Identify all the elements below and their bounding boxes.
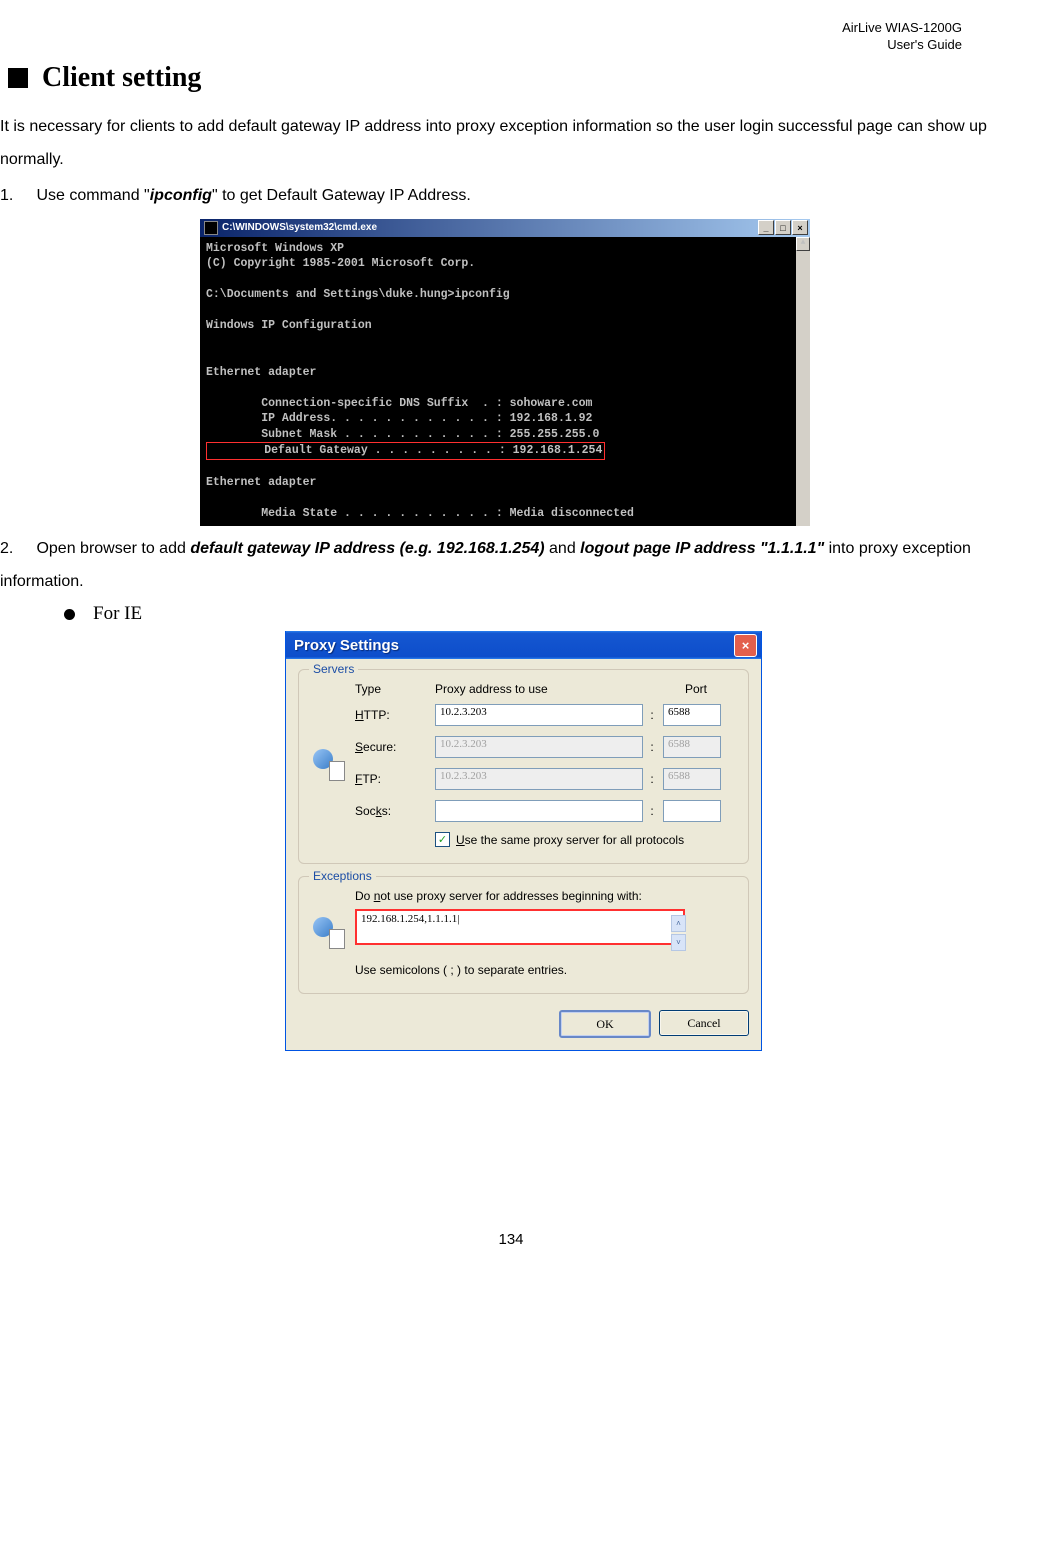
hdr-addr: Proxy address to use bbox=[435, 682, 635, 696]
socks-address-input[interactable] bbox=[435, 800, 643, 822]
scroll-up-icon[interactable]: ▲ bbox=[796, 237, 810, 251]
cmd-l1: Microsoft Windows XP bbox=[206, 242, 344, 255]
scroll-up-icon[interactable]: ˄ bbox=[671, 915, 686, 932]
maximize-button[interactable]: □ bbox=[775, 220, 791, 235]
cmd-l6: Connection-specific DNS Suffix . : sohow… bbox=[206, 397, 592, 410]
doc-name: User's Guide bbox=[887, 37, 962, 52]
close-button[interactable]: × bbox=[734, 634, 757, 657]
socks-port-input[interactable] bbox=[663, 800, 721, 822]
sub-for-ie: For IE bbox=[93, 603, 142, 625]
cmd-titlebar: C:\WINDOWS\system32\cmd.exe _ □ × bbox=[200, 219, 810, 237]
cmd-icon bbox=[204, 221, 218, 235]
exception-icon bbox=[313, 917, 345, 949]
doc-header: AirLive WIAS-1200G User's Guide bbox=[0, 20, 1022, 54]
proxy-titlebar: Proxy Settings × bbox=[286, 631, 761, 659]
ftp-port-input: 6588 bbox=[663, 768, 721, 790]
product-name: AirLive WIAS-1200G bbox=[842, 20, 962, 35]
cmd-l11: Media State . . . . . . . . . . . : Medi… bbox=[206, 507, 634, 520]
step1-cmd: ipconfig bbox=[150, 187, 212, 204]
secure-address-input: 10.2.3.203 bbox=[435, 736, 643, 758]
cmd-l8: Subnet Mask . . . . . . . . . . . : 255.… bbox=[206, 428, 599, 441]
close-button[interactable]: × bbox=[792, 220, 808, 235]
cmd-l9: Default Gateway . . . . . . . . . : 192.… bbox=[209, 444, 602, 457]
proxy-dialog: Proxy Settings × Servers Type bbox=[285, 631, 762, 1051]
page-title: Client setting bbox=[42, 62, 201, 94]
cmd-l7: IP Address. . . . . . . . . . . . : 192.… bbox=[206, 412, 592, 425]
step-2: 2. Open browser to add default gateway I… bbox=[0, 532, 1022, 599]
step2-pre: Open browser to add bbox=[36, 540, 190, 557]
scroll-down-icon[interactable]: ˅ bbox=[671, 934, 686, 951]
page-number: 134 bbox=[0, 1231, 1022, 1248]
secure-label: Secure: bbox=[355, 740, 435, 754]
step1-pre: Use command " bbox=[36, 187, 149, 204]
hdr-port: Port bbox=[653, 682, 715, 696]
server-icon bbox=[313, 749, 345, 781]
exc-text: Do not use proxy server for addresses be… bbox=[355, 889, 732, 903]
cmd-body: ▲ Microsoft Windows XP (C) Copyright 1985… bbox=[200, 237, 810, 526]
step-1: 1. Use command "ipconfig" to get Default… bbox=[0, 179, 1022, 213]
step-num: 1. bbox=[0, 179, 32, 213]
step2-b2: logout page IP address "1.1.1.1" bbox=[580, 540, 824, 557]
http-address-input[interactable]: 10.2.3.203 bbox=[435, 704, 643, 726]
exceptions-input[interactable]: 192.168.1.254,1.1.1.1| bbox=[355, 909, 685, 945]
proxy-title: Proxy Settings bbox=[294, 637, 399, 654]
exc-note: Use semicolons ( ; ) to separate entries… bbox=[355, 963, 732, 977]
http-label: HTTP: bbox=[355, 708, 435, 722]
exceptions-legend: Exceptions bbox=[309, 869, 376, 883]
step2-mid: and bbox=[545, 540, 581, 557]
exceptions-fieldset: Exceptions Do not use proxy server for a… bbox=[298, 876, 749, 994]
cmd-l4: Windows IP Configuration bbox=[206, 319, 372, 332]
ftp-address-input: 10.2.3.203 bbox=[435, 768, 643, 790]
cancel-button[interactable]: Cancel bbox=[659, 1010, 749, 1036]
ftp-label: FTP: bbox=[355, 772, 435, 786]
cmd-l3: C:\Documents and Settings\duke.hung>ipco… bbox=[206, 288, 510, 301]
step2-b1: default gateway IP address (e.g. 192.168… bbox=[190, 540, 544, 557]
step1-post: " to get Default Gateway IP Address. bbox=[212, 187, 471, 204]
secure-port-input: 6588 bbox=[663, 736, 721, 758]
cmd-highlight: Default Gateway . . . . . . . . . : 192.… bbox=[206, 442, 605, 460]
intro-text: It is necessary for clients to add defau… bbox=[0, 110, 1022, 177]
servers-legend: Servers bbox=[309, 662, 358, 676]
socks-label: Socks: bbox=[355, 804, 435, 818]
servers-fieldset: Servers Type Proxy address to use bbox=[298, 669, 749, 864]
minimize-button[interactable]: _ bbox=[758, 220, 774, 235]
same-proxy-checkbox[interactable]: ✓ bbox=[435, 832, 450, 847]
ok-button[interactable]: OK bbox=[559, 1010, 651, 1038]
cmd-l10: Ethernet adapter bbox=[206, 476, 316, 489]
cmd-title: C:\WINDOWS\system32\cmd.exe bbox=[222, 222, 377, 233]
cmd-l2: (C) Copyright 1985-2001 Microsoft Corp. bbox=[206, 257, 475, 270]
step-num: 2. bbox=[0, 532, 32, 566]
same-proxy-label: Use the same proxy server for all protoc… bbox=[456, 833, 684, 847]
dot-bullet-icon bbox=[64, 609, 75, 620]
hdr-type: Type bbox=[355, 682, 435, 696]
http-port-input[interactable]: 6588 bbox=[663, 704, 721, 726]
cmd-l5: Ethernet adapter bbox=[206, 366, 316, 379]
cmd-window: C:\WINDOWS\system32\cmd.exe _ □ × ▲ Micro… bbox=[200, 219, 810, 526]
square-bullet-icon bbox=[8, 68, 28, 88]
